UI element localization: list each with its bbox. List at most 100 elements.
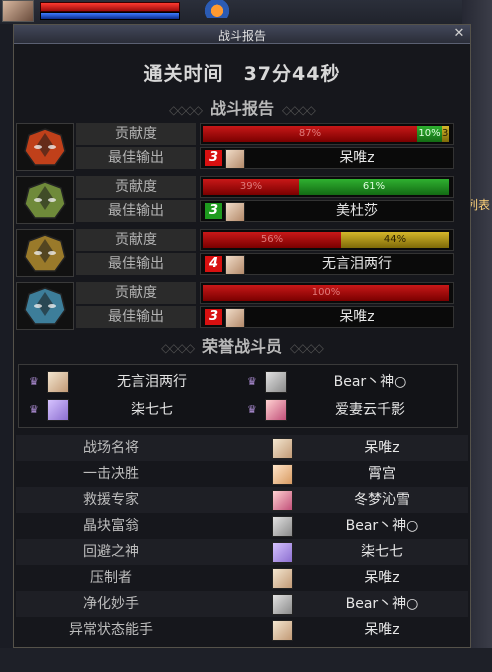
award-title: 净化妙手 — [83, 596, 139, 612]
title-award-row: 一击决胜 霄宫 — [16, 461, 468, 487]
avatar — [272, 438, 293, 459]
crown-icon: ♛ — [29, 403, 39, 416]
title-award-row: 净化妙手 Bear丶神○ — [16, 591, 468, 617]
award-title: 晶块富翁 — [83, 518, 139, 534]
contribution-bar: 87%10%3% — [200, 123, 454, 145]
honor-member[interactable]: ♛ 柒七七 — [23, 397, 235, 423]
honor-member[interactable]: ♛ Bear丶神○ — [241, 369, 453, 395]
avatar — [225, 308, 245, 328]
rank-badge: 3 — [205, 203, 222, 219]
rank-badge: 3 — [205, 150, 222, 166]
award-title: 回避之神 — [83, 544, 139, 560]
honor-members-panel: ♛ 无言泪两行 ♛ Bear丶神○ ♛ 柒七七 ♛ 爱妻云千影 — [18, 364, 458, 428]
best-output-value: 3 呆唯z — [200, 147, 454, 169]
award-title: 异常状态能手 — [69, 622, 153, 638]
contribution-segment: 100% — [203, 285, 449, 301]
avatar — [265, 399, 287, 421]
close-icon[interactable]: ✕ — [452, 25, 466, 43]
contribution-segment: 56% — [203, 232, 341, 248]
title-award-row: 压制者 呆唯z — [16, 565, 468, 591]
report-section-label: 战斗报告 — [209, 99, 274, 118]
avatar — [225, 202, 245, 222]
battle-report-window: 战斗报告 ✕ 通关时间 37分44秒 ◇◇◇◇ 战斗报告 ◇◇◇◇ 贡献度 最佳输出 87… — [13, 24, 471, 648]
honor-member-name: Bear丶神○ — [333, 374, 407, 390]
best-output-value: 3 美杜莎 — [200, 200, 454, 222]
title-award-row: 晶块富翁 Bear丶神○ — [16, 513, 468, 539]
honor-section-title: ◇◇◇◇ 荣誉战斗员 ◇◇◇◇ — [14, 333, 470, 357]
avatar — [272, 620, 293, 641]
contribution-label: 贡献度 — [76, 123, 196, 145]
boss-icon-frame — [16, 282, 74, 330]
contribution-segment: 39% — [203, 179, 299, 195]
award-player-name: 呆唯z — [364, 570, 400, 586]
contribution-bar: 56% 44% — [200, 229, 454, 251]
best-output-label: 最佳输出 — [76, 200, 196, 222]
avatar — [265, 371, 287, 393]
title-award-row: 救援专家 冬梦沁雪 — [16, 487, 468, 513]
best-player-name: 呆唯z — [339, 150, 375, 166]
best-output-label: 最佳输出 — [76, 306, 196, 328]
avatar — [272, 568, 293, 589]
title-awards-list: 战场名将 呆唯z 一击决胜 霄宫 救援专家 冬梦沁雪 晶块富翁 Bear丶神○ 回避之神 柒七七压… — [16, 435, 468, 643]
award-player-name: 霄宫 — [368, 466, 396, 482]
boss-icon-frame — [16, 229, 74, 277]
gold-mask-icon — [24, 234, 66, 272]
honor-member[interactable]: ♛ 爱妻云千影 — [241, 397, 453, 423]
ornament-left: ◇◇◇◇ — [169, 103, 203, 117]
hp-bar — [40, 2, 180, 12]
award-player-name: 呆唯z — [364, 440, 400, 456]
avatar — [47, 399, 69, 421]
avatar — [272, 490, 293, 511]
crown-icon: ♛ — [29, 375, 39, 388]
blue-mask-icon — [24, 287, 66, 325]
best-output-value: 4 无言泪两行 — [200, 253, 454, 275]
green-mask-icon — [24, 181, 66, 219]
avatar — [225, 149, 245, 169]
clear-time-label: 通关时间 — [143, 63, 224, 85]
skill-orb-icon — [200, 0, 234, 18]
window-titlebar[interactable]: 战斗报告 ✕ — [14, 25, 470, 44]
award-title: 一击决胜 — [83, 466, 139, 482]
honor-member-name: 爱妻云千影 — [335, 402, 405, 418]
contribution-segment: 44% — [341, 232, 449, 248]
boss-icon-frame — [16, 176, 74, 224]
title-award-row: 异常状态能手 呆唯z — [16, 617, 468, 643]
rank-badge: 3 — [205, 309, 222, 325]
player-portrait — [2, 0, 34, 22]
report-section-title: ◇◇◇◇ 战斗报告 ◇◇◇◇ — [14, 95, 470, 119]
honor-member-name: 无言泪两行 — [117, 374, 187, 390]
crown-icon: ♛ — [247, 375, 257, 388]
award-player-name: 柒七七 — [361, 544, 403, 560]
contribution-label: 贡献度 — [76, 176, 196, 198]
honor-member[interactable]: ♛ 无言泪两行 — [23, 369, 235, 395]
report-row: 贡献度 最佳输出 100% 3 呆唯z — [16, 282, 456, 332]
best-output-label: 最佳输出 — [76, 147, 196, 169]
red-flame-mask-icon — [24, 128, 66, 166]
award-title: 战场名将 — [83, 440, 139, 456]
contribution-bar: 39% 61% — [200, 176, 454, 198]
avatar — [47, 371, 69, 393]
best-output-value: 3 呆唯z — [200, 306, 454, 328]
avatar — [272, 516, 293, 537]
mp-bar — [40, 12, 180, 20]
game-hud-top — [0, 0, 492, 24]
best-player-name: 无言泪两行 — [322, 256, 392, 272]
contribution-label: 贡献度 — [76, 282, 196, 304]
contribution-bar: 100% — [200, 282, 454, 304]
clear-time-value: 37分44秒 — [243, 63, 341, 85]
crown-icon: ♛ — [247, 403, 257, 416]
report-row: 贡献度 最佳输出 56% 44% 4 无言泪两行 — [16, 229, 456, 279]
avatar — [272, 464, 293, 485]
award-player-name: 冬梦沁雪 — [354, 492, 410, 508]
honor-member-name: 柒七七 — [131, 402, 173, 418]
award-player-name: Bear丶神○ — [345, 596, 419, 612]
ornament-left: ◇◇◇◇ — [161, 341, 195, 355]
award-player-name: 呆唯z — [364, 622, 400, 638]
rank-badge: 4 — [205, 256, 222, 272]
report-row: 贡献度最佳输出87%10%3% 3 呆唯z — [16, 123, 456, 173]
contribution-segment: 87% — [203, 126, 417, 142]
title-award-row: 回避之神 柒七七 — [16, 539, 468, 565]
award-player-name: Bear丶神○ — [345, 518, 419, 534]
game-background-bottom — [0, 648, 492, 672]
window-title: 战斗报告 — [217, 29, 266, 43]
